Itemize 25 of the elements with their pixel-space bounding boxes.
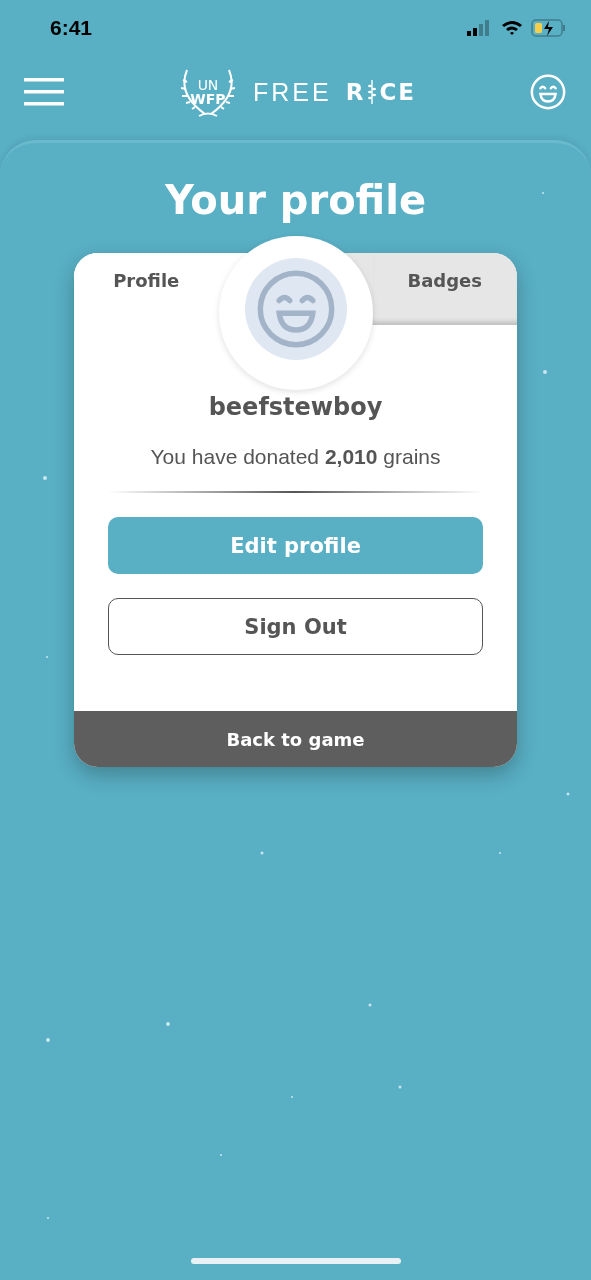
logo-text: FREE [253,77,332,107]
snow-dot [260,851,264,855]
rice-stalk-icon [367,80,378,104]
logo-text: R [345,79,366,105]
snow-dot [566,792,570,796]
snow-dot [398,1085,402,1089]
battery-icon [531,19,567,37]
status-time: 6:41 [50,16,93,40]
menu-icon[interactable] [24,78,64,106]
logo-text: CE [379,79,416,105]
snow-dot [166,1022,170,1026]
snow-dot [368,1003,372,1007]
page-title: Your profile [164,177,427,223]
snow-dot [543,370,547,374]
username: beefstewboy [208,393,383,421]
logo-text: WFP [190,91,226,107]
back-button[interactable]: Back to game [74,711,517,767]
snow-dot [43,476,47,480]
snow-dot [46,1038,50,1042]
donation-text: You have donated 2,010 grains [150,445,441,469]
tab[interactable]: Badges [372,253,517,325]
sign-out-button[interactable]: Sign Out [108,598,483,655]
wifi-icon [501,20,523,36]
smiley-icon [529,73,567,111]
logo-text: UN [197,77,219,92]
